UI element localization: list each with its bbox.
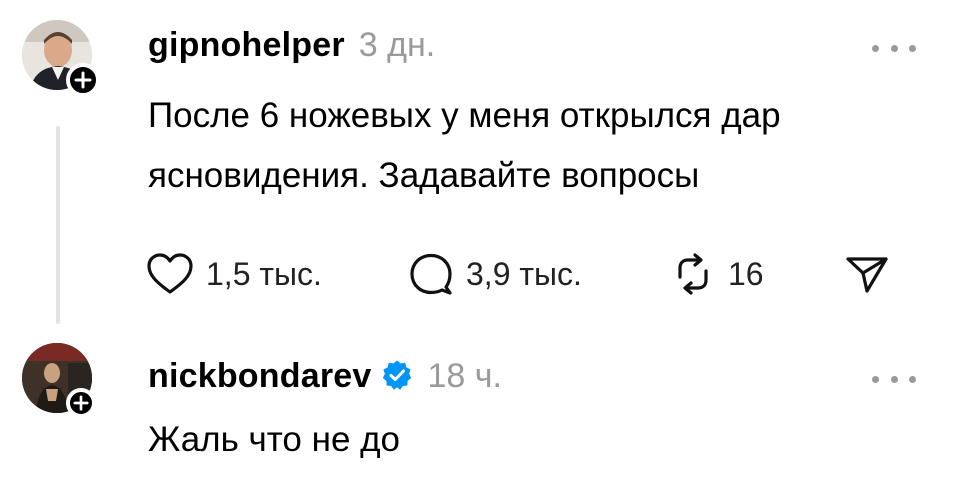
comment-bubble-icon xyxy=(410,253,452,295)
like-button[interactable]: 1,5 тыс. xyxy=(146,246,322,302)
timestamp: 18 ч. xyxy=(427,357,502,395)
follow-plus-icon xyxy=(73,395,89,411)
verified-badge-icon xyxy=(381,359,413,396)
post-header: nickbondarev 18 ч. xyxy=(148,355,502,396)
comment-count: 3,9 тыс. xyxy=(466,255,582,292)
post-gipnohelper: gipnohelper 3 дн. После 6 ножевых у меня… xyxy=(0,0,960,340)
more-options-button[interactable] xyxy=(872,38,916,58)
like-count: 1,5 тыс. xyxy=(206,255,322,292)
timestamp: 3 дн. xyxy=(358,26,436,64)
share-send-icon xyxy=(846,257,888,293)
post-text-line: Жаль что не до xyxy=(148,420,401,459)
thread-line xyxy=(56,126,60,324)
repost-count: 16 xyxy=(728,255,764,292)
more-dots-icon xyxy=(872,375,879,383)
follow-plus-icon xyxy=(74,71,92,89)
action-bar: 1,5 тыс. 3,9 тыс. 16 xyxy=(146,246,906,302)
follow-button[interactable] xyxy=(66,63,100,97)
more-dots-icon xyxy=(872,44,879,52)
post-text: После 6 ножевых у меня открылся дар ясно… xyxy=(148,86,938,206)
share-button[interactable] xyxy=(844,246,890,302)
repost-button[interactable]: 16 xyxy=(670,246,764,302)
more-options-button[interactable] xyxy=(872,369,916,389)
post-header: gipnohelper 3 дн. xyxy=(148,26,435,65)
post-text-line: ясновидения. Задавайте вопросы xyxy=(148,156,700,195)
repost-icon xyxy=(678,253,708,295)
username[interactable]: nickbondarev xyxy=(148,357,371,396)
heart-icon xyxy=(147,253,193,294)
post-text: Жаль что не до xyxy=(148,410,938,470)
post-text-line: После 6 ножевых у меня открылся дар xyxy=(148,96,781,135)
username[interactable]: gipnohelper xyxy=(148,26,345,65)
comment-button[interactable]: 3,9 тыс. xyxy=(408,246,582,302)
follow-button[interactable] xyxy=(66,388,96,418)
